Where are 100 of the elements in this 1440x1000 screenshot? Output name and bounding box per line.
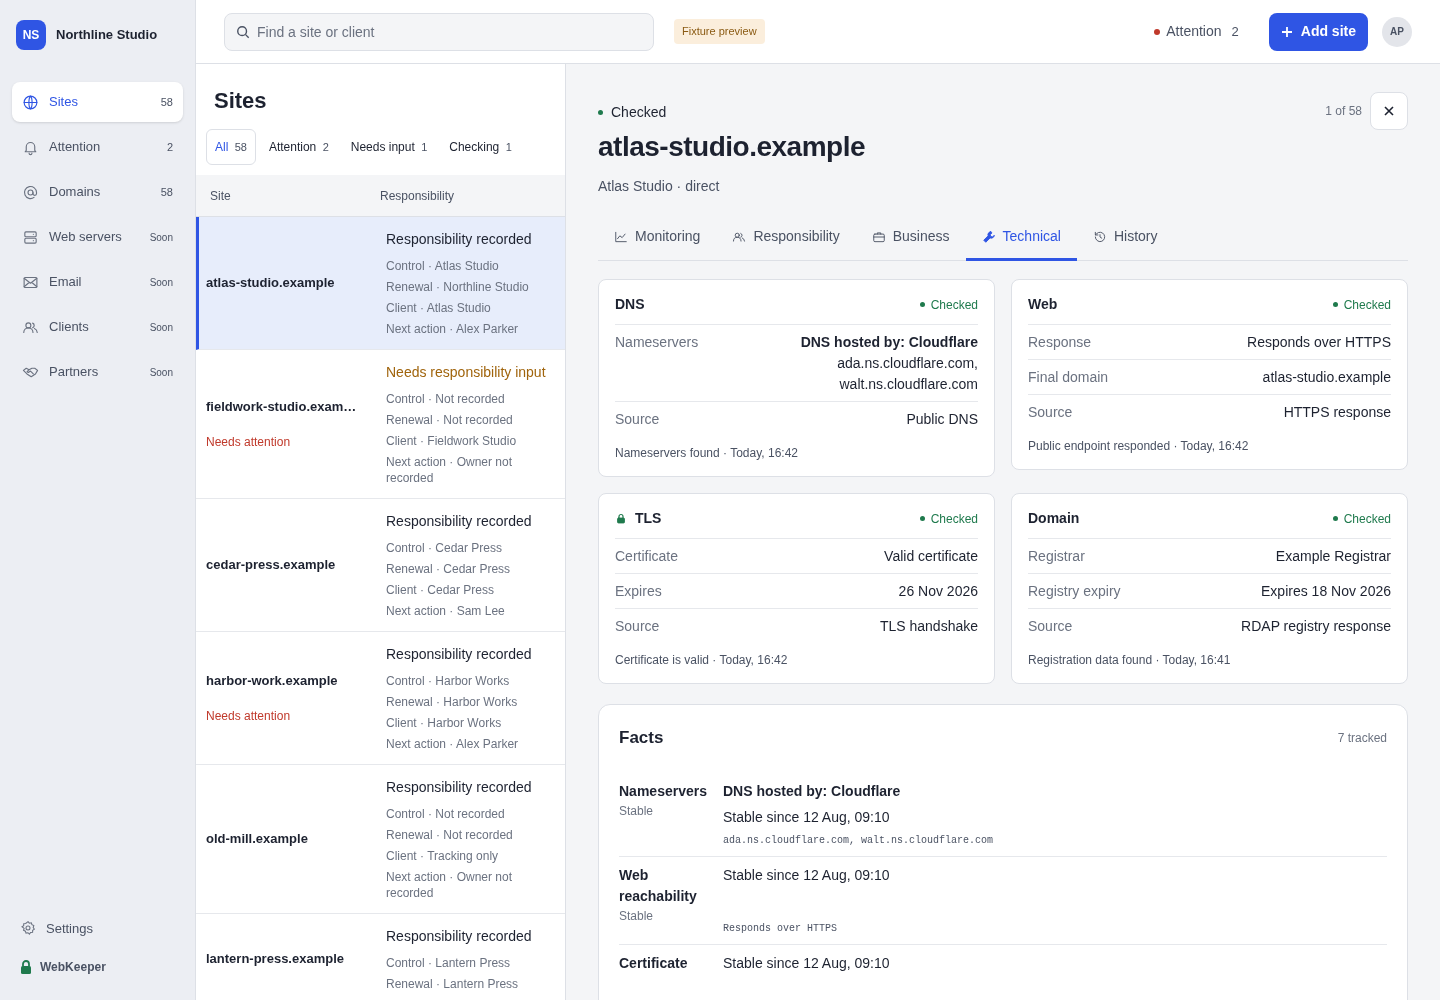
user-avatar[interactable]: AP (1382, 16, 1412, 47)
nav-item[interactable]: Sites 58 (12, 82, 183, 122)
responsibility-line: Client · Tracking only (386, 848, 500, 864)
card-title: Web (1028, 295, 1058, 314)
nav-item[interactable]: Clients Soon (12, 307, 183, 347)
site-name: old-mill.example (206, 830, 309, 849)
nav-count: Soon (149, 320, 173, 335)
field-label: Nameservers (615, 333, 699, 352)
brand-name: Northline Studio (56, 26, 158, 45)
attention-note: Needs attention (206, 433, 292, 451)
field-label: Registry expiry (1028, 582, 1121, 601)
fact-detail: Responds over HTTPS (723, 921, 839, 936)
filter-tab[interactable]: Checking 1 (440, 129, 521, 165)
nav-item[interactable]: Domains 58 (12, 172, 183, 212)
fact-label: Nameservers (619, 781, 708, 801)
field-label: Registrar (1028, 547, 1085, 566)
settings-icon (20, 920, 36, 937)
responsibility-line: Renewal · Harbor Works (386, 694, 519, 710)
status-label: Checked (930, 296, 978, 314)
responsibility-line: Next action · Alex Parker (386, 736, 520, 752)
card-footer: Nameservers found · Today, 16:42 (615, 444, 978, 462)
site-row[interactable]: harbor-work.example Needs attention Responsibility recorded Control · Harbor Works Renewal · Harbor Works Client · Harbor Works Next action · Alex Parker (196, 632, 565, 765)
site-row[interactable]: atlas-studio.example Responsibility recorded Control · Atlas Studio Renewal · Northline Studio Client · Atlas Studio Next action · Alex Parker (196, 217, 565, 350)
status-label: Checked (611, 103, 667, 122)
field-label: Source (615, 410, 660, 429)
responsibility-status: Responsibility recorded (386, 927, 533, 946)
app-name: WebKeeper (40, 959, 106, 976)
nav-count: Soon (149, 365, 173, 380)
detail-tab[interactable]: Technical (965, 215, 1077, 261)
facts-title: Facts (619, 727, 664, 749)
responsibility-line: Renewal · Not recorded (386, 827, 514, 843)
detail-tab[interactable]: Responsibility (716, 215, 856, 261)
field-value: atlas-studio.example (1262, 368, 1391, 387)
responsibility-line: Control · Cedar Press (386, 540, 504, 556)
responsibility-status: Responsibility recorded (386, 230, 533, 249)
line-chart-icon (614, 229, 628, 244)
field-label: Final domain (1028, 368, 1109, 387)
responsibility-line: Control · Harbor Works (386, 673, 511, 689)
detail-tab[interactable]: History (1076, 215, 1174, 261)
site-name: cedar-press.example (206, 556, 337, 575)
nav-item[interactable]: Email Soon (12, 262, 183, 302)
filter-tab[interactable]: Needs input 1 (341, 129, 437, 165)
responsibility-line: Next action · Alex Parker (386, 321, 520, 337)
responsibility-line: Client · Harbor Works (386, 715, 503, 731)
fact-state: Stable (619, 907, 655, 925)
search-field[interactable]: Find a site or client (224, 12, 654, 51)
responsibility-status: Responsibility recorded (386, 778, 533, 797)
card-footer: Certificate is valid · Today, 16:42 (615, 651, 978, 669)
facts-count: 7 tracked (1337, 729, 1387, 747)
filter-tab[interactable]: All 58 (206, 129, 256, 165)
detail-tab[interactable]: Monitoring (598, 215, 717, 261)
filter-tab[interactable]: Attention 2 (259, 129, 338, 165)
nav-item[interactable]: Partners Soon (12, 352, 183, 392)
field-value: Public DNS (906, 410, 978, 429)
field-label: Source (615, 617, 660, 636)
brand-logo: NS (16, 20, 46, 50)
settings-link[interactable]: Settings (20, 918, 175, 938)
status-label: Checked (1343, 510, 1391, 528)
card-title: DNS (615, 295, 645, 314)
nav-item[interactable]: Attention 2 (12, 127, 183, 167)
field-value: HTTPS response (1283, 403, 1391, 422)
plus-icon (1280, 25, 1293, 38)
close-button[interactable] (1370, 92, 1408, 130)
nav-item[interactable]: Web servers Soon (12, 217, 183, 257)
responsibility-line: Control · Not recorded (386, 391, 506, 407)
site-row[interactable]: lantern-press.example Responsibility recorded Control · Lantern Press Renewal · Lantern Press (196, 914, 565, 1000)
site-row[interactable]: fieldwork-studio.exam… Needs attention Needs responsibility input Control · Not recorded Renewal · Not recorded Client · Fieldwork Studio Next action · Owner not recorded (196, 350, 565, 499)
responsibility-line: Client · Cedar Press (386, 582, 496, 598)
site-row[interactable]: old-mill.example Responsibility recorded Control · Not recorded Renewal · Not recorded Client · Tracking only Next action · Owner not recorded (196, 765, 565, 914)
card-title: Domain (1028, 509, 1080, 528)
preview-badge: Fixture preview (674, 19, 765, 44)
add-site-button[interactable]: Add site (1268, 12, 1368, 51)
globe-icon (22, 93, 39, 111)
fact-label: Certificate (619, 953, 689, 973)
responsibility-line: Renewal · Lantern Press (386, 976, 520, 992)
nav-count: Soon (149, 275, 173, 290)
site-row[interactable]: cedar-press.example Responsibility recorded Control · Cedar Press Renewal · Cedar Press Client · Cedar Press Next action · Sam Lee (196, 499, 565, 632)
attention-label[interactable]: Attention (1166, 21, 1222, 42)
responsibility-status: Responsibility recorded (386, 512, 533, 531)
attention-note: Needs attention (206, 707, 292, 725)
field-value: Example Registrar (1275, 547, 1391, 566)
wrench-icon (981, 229, 996, 244)
responsibility-line: Client · Atlas Studio (386, 300, 492, 316)
fact-since: Stable since 12 Aug, 09:10 (723, 953, 890, 973)
status-label: Checked (1343, 296, 1391, 314)
column-header: Site (209, 187, 232, 205)
briefcase-icon (871, 229, 886, 244)
fact-since: Stable since 12 Aug, 09:10 (723, 807, 891, 827)
field-value: RDAP registry response (1241, 617, 1391, 636)
responsibility-line: Control · Atlas Studio (386, 258, 500, 274)
nav-count: 58 (160, 94, 173, 110)
list-title: Sites (213, 87, 268, 115)
nav-count: Soon (149, 230, 173, 245)
fact-since: Stable since 12 Aug, 09:10 (723, 865, 890, 885)
detail-tab[interactable]: Business (855, 215, 966, 261)
field-value: Valid certificate (884, 547, 978, 566)
field-value: ada.ns.cloudflare.com, (837, 354, 978, 373)
field-value: Expires 18 Nov 2026 (1261, 582, 1391, 601)
responsibility-status: Needs responsibility input (386, 363, 547, 382)
field-value: DNS hosted by: Cloudflare (800, 333, 978, 352)
